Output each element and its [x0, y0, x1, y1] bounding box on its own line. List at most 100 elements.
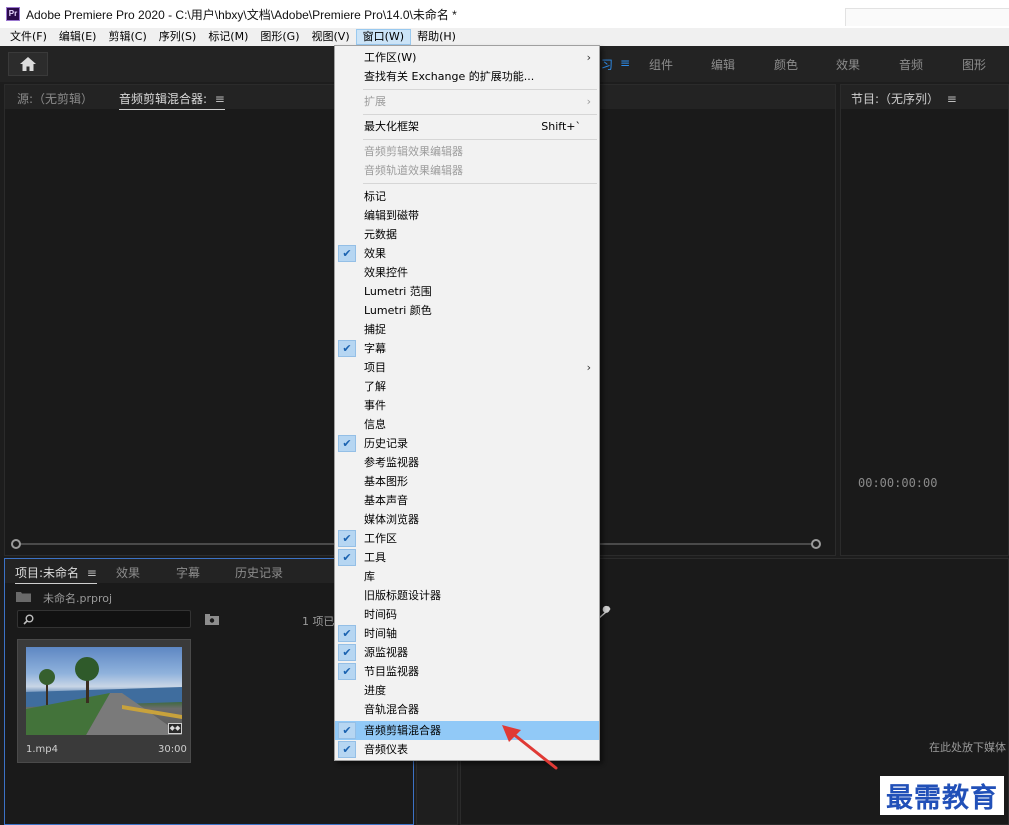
menu-item-history[interactable]: ✔ 历史记录 [335, 434, 599, 453]
tab-effects[interactable]: 效果 [116, 564, 140, 581]
program-panel: 节目:（无序列） ≡ 00:00:00:00 [840, 84, 1009, 556]
menu-item-audio-track-effect-editor: 音频轨道效果编辑器 [364, 164, 463, 177]
scroll-handle-left[interactable] [11, 539, 21, 549]
tab-program[interactable]: 节目:（无序列） ≡ [851, 90, 957, 107]
chevron-right-icon: › [586, 361, 591, 374]
menu-item-workspaces-panel[interactable]: ✔ 工作区 [335, 529, 599, 548]
checkmark-icon: ✔ [338, 644, 356, 661]
workspace-tab-editing[interactable]: 编辑 [711, 56, 735, 73]
workspace-tab-audio[interactable]: 音频 [899, 56, 923, 73]
menu-item-audio-track-mixer[interactable]: 音轨混合器 [335, 700, 599, 719]
menu-item-learn[interactable]: 了解 [335, 377, 599, 396]
clip-thumbnail-card[interactable]: ◆◆ 1.mp4 30:00 [17, 639, 191, 763]
menu-item-essential-graphics[interactable]: 基本图形 [335, 472, 599, 491]
project-item-count: 1 项已 [302, 615, 335, 628]
annotation-arrow-icon [502, 725, 558, 770]
menu-separator [363, 183, 597, 184]
program-timecode[interactable]: 00:00:00:00 [858, 476, 937, 490]
menu-item-captions[interactable]: ✔ 字幕 [335, 339, 599, 358]
menu-item-workspaces[interactable]: 工作区(W) › [335, 48, 599, 67]
home-button[interactable] [8, 52, 48, 76]
window-menu-dropdown: 工作区(W) › 查找有关 Exchange 的扩展功能... 扩展 › 最大化框架… [334, 45, 600, 761]
clip-thumbnail-image [26, 647, 182, 735]
menu-item-essential-sound[interactable]: 基本声音 [335, 491, 599, 510]
menu-item-effect-controls[interactable]: 效果控件 [335, 263, 599, 282]
new-bin-icon[interactable] [205, 614, 219, 625]
menu-item-tools[interactable]: ✔ 工具 [335, 548, 599, 567]
workspace-menu-icon[interactable]: ≡ [620, 56, 630, 70]
checkmark-icon: ✔ [338, 663, 356, 680]
tab-program-label: 节目:（无序列） [851, 92, 940, 106]
window-title: Adobe Premiere Pro 2020 - C:\用户\hbxy\文档\… [26, 7, 457, 22]
menu-item-maximize-frame[interactable]: 最大化框架 Shift+` [335, 117, 599, 136]
menu-item-markers[interactable]: 标记 [335, 187, 599, 206]
checkmark-icon: ✔ [338, 530, 356, 547]
checkmark-icon: ✔ [338, 549, 356, 566]
menu-item-edit-to-tape[interactable]: 编辑到磁带 [335, 206, 599, 225]
folder-icon [16, 592, 31, 602]
menu-item-source-monitor[interactable]: ✔ 源监视器 [335, 643, 599, 662]
menu-bar: 文件(F) 编辑(E) 剪辑(C) 序列(S) 标记(M) 图形(G) 视图(V… [0, 28, 1009, 46]
menu-item-timecode[interactable]: 时间码 [335, 605, 599, 624]
menu-item-legacy-titler[interactable]: 旧版标题设计器 [335, 586, 599, 605]
menu-item-capture[interactable]: 捕捉 [335, 320, 599, 339]
tab-captions[interactable]: 字幕 [176, 564, 200, 581]
tab-project-label: 项目:未命名 [15, 566, 80, 580]
menu-graphics[interactable]: 图形(G) [254, 29, 305, 45]
menu-item-effects[interactable]: ✔ 效果 [335, 244, 599, 263]
menu-file[interactable]: 文件(F) [4, 29, 53, 45]
workspace-tab-graphics[interactable]: 图形 [962, 56, 986, 73]
tab-history[interactable]: 历史记录 [235, 564, 283, 581]
menu-item-reference-monitor[interactable]: 参考监视器 [335, 453, 599, 472]
panel-menu-icon[interactable]: ≡ [83, 566, 97, 580]
tab-project[interactable]: 项目:未命名 ≡ [15, 564, 97, 584]
watermark-logo: 最需教育 [880, 776, 1004, 815]
menu-item-extensions: 扩展 › [335, 92, 599, 111]
home-icon [20, 57, 36, 71]
workspace-tab-color[interactable]: 颜色 [774, 56, 798, 73]
chevron-right-icon: › [586, 95, 591, 108]
menu-item-program-monitor[interactable]: ✔ 节目监视器 [335, 662, 599, 681]
checkmark-icon: ✔ [338, 340, 356, 357]
menu-help[interactable]: 帮助(H) [411, 29, 462, 45]
video-audio-icon: ◆◆ [168, 723, 182, 734]
menu-separator [363, 89, 597, 90]
panel-menu-icon[interactable]: ≡ [211, 92, 225, 106]
chevron-right-icon: › [586, 51, 591, 64]
checkmark-icon: ✔ [338, 435, 356, 452]
menu-item-timelines[interactable]: ✔ 时间轴 [335, 624, 599, 643]
menu-item-exchange[interactable]: 查找有关 Exchange 的扩展功能... [335, 67, 599, 86]
project-search-input[interactable] [17, 610, 191, 628]
menu-item-audio-clip-effect-editor: 音频剪辑效果编辑器 [364, 145, 463, 158]
menu-item-info[interactable]: 信息 [335, 415, 599, 434]
menu-view[interactable]: 视图(V) [306, 29, 356, 45]
menu-item-lumetri-color[interactable]: Lumetri 颜色 [335, 301, 599, 320]
menu-clip[interactable]: 剪辑(C) [102, 29, 152, 45]
timeline-drop-hint: 在此处放下媒体 [929, 741, 1006, 754]
menu-edit[interactable]: 编辑(E) [53, 29, 103, 45]
checkmark-icon: ✔ [338, 741, 356, 758]
menu-item-libraries[interactable]: 库 [335, 567, 599, 586]
menu-markers[interactable]: 标记(M) [202, 29, 254, 45]
scroll-handle-right[interactable] [811, 539, 821, 549]
menu-item-metadata[interactable]: 元数据 [335, 225, 599, 244]
menu-window[interactable]: 窗口(W) [355, 29, 412, 45]
menu-item-events[interactable]: 事件 [335, 396, 599, 415]
workspace-tab-active[interactable]: 习 [601, 56, 613, 73]
menu-item-progress[interactable]: 进度 [335, 681, 599, 700]
panel-menu-icon[interactable]: ≡ [943, 92, 957, 106]
tab-audio-clip-mixer[interactable]: 音频剪辑混合器: ≡ [119, 90, 225, 110]
tab-audio-clip-mixer-label: 音频剪辑混合器: [119, 92, 208, 106]
menu-item-media-browser[interactable]: 媒体浏览器 [335, 510, 599, 529]
menu-separator [363, 114, 597, 115]
tab-source[interactable]: 源:（无剪辑） [17, 90, 93, 107]
menu-sequence[interactable]: 序列(S) [153, 29, 203, 45]
checkmark-icon: ✔ [338, 245, 356, 262]
checkmark-icon: ✔ [338, 625, 356, 642]
checkmark-icon: ✔ [338, 722, 356, 739]
workspace-tab-assembly[interactable]: 组件 [649, 56, 673, 73]
search-icon [23, 614, 34, 625]
workspace-tab-effects[interactable]: 效果 [836, 56, 860, 73]
menu-item-projects[interactable]: 项目 › [335, 358, 599, 377]
menu-item-lumetri-scopes[interactable]: Lumetri 范围 [335, 282, 599, 301]
